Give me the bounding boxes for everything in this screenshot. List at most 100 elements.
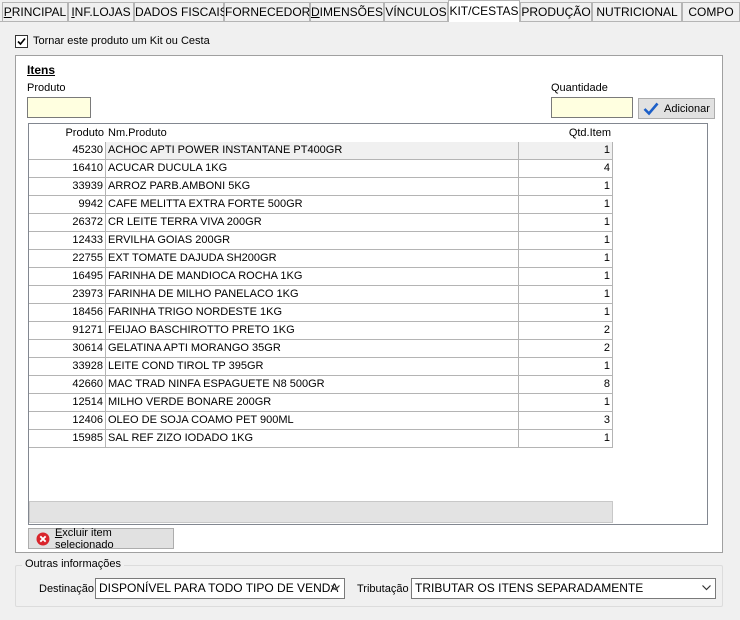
- cell-produto: 15985: [29, 430, 106, 448]
- cell-qtd-item: 4: [519, 160, 613, 178]
- items-grid[interactable]: Produto Nm.Produto Qtd.Item 45230 ACHOC A…: [28, 123, 708, 525]
- cell-nm-produto: FARINHA DE MANDIOCA ROCHA 1KG: [106, 268, 519, 286]
- cell-produto: 16495: [29, 268, 106, 286]
- cell-nm-produto: ACHOC APTI POWER INSTANTANE PT400GR: [106, 142, 519, 160]
- cell-qtd-item: 2: [519, 340, 613, 358]
- cell-qtd-item: 1: [519, 268, 613, 286]
- cell-produto: 23973: [29, 286, 106, 304]
- cell-produto: 33939: [29, 178, 106, 196]
- destinacao-label: Destinação: [39, 583, 95, 595]
- cell-qtd-item: 1: [519, 142, 613, 160]
- table-row[interactable]: 30614 GELATINA APTI MORANGO 35GR 2: [29, 340, 613, 358]
- cell-produto: 12514: [29, 394, 106, 412]
- cell-nm-produto: ARROZ PARB.AMBONI 5KG: [106, 178, 519, 196]
- outras-informacoes-title: Outras informações: [22, 558, 124, 570]
- destinacao-select[interactable]: DISPONÍVEL PARA TODO TIPO DE VENDA: [95, 578, 345, 599]
- cell-qtd-item: 1: [519, 358, 613, 376]
- cell-nm-produto: FEIJAO BASCHIROTTO PRETO 1KG: [106, 322, 519, 340]
- cell-nm-produto: ACUCAR DUCULA 1KG: [106, 160, 519, 178]
- table-row[interactable]: 15985 SAL REF ZIZO IODADO 1KG 1: [29, 430, 613, 448]
- table-row[interactable]: 45230 ACHOC APTI POWER INSTANTANE PT400GR…: [29, 142, 613, 160]
- tributacao-label: Tributação: [357, 583, 409, 595]
- cell-qtd-item: 8: [519, 376, 613, 394]
- adicionar-button-label: Adicionar: [664, 102, 710, 115]
- cell-produto: 30614: [29, 340, 106, 358]
- tab-kit-cestas[interactable]: KIT/CESTAS: [448, 0, 520, 22]
- tab-compo[interactable]: COMPO: [682, 2, 740, 22]
- cell-nm-produto: SAL REF ZIZO IODADO 1KG: [106, 430, 519, 448]
- tab-v-nculos[interactable]: VÍNCULOS: [384, 2, 448, 22]
- cell-nm-produto: MILHO VERDE BONARE 200GR: [106, 394, 519, 412]
- tab-fornecedor[interactable]: FORNECEDOR: [224, 2, 310, 22]
- tab-nutricional[interactable]: NUTRICIONAL: [592, 2, 682, 22]
- table-row[interactable]: 12406 OLEO DE SOJA COAMO PET 900ML 3: [29, 412, 613, 430]
- cell-qtd-item: 1: [519, 196, 613, 214]
- table-row[interactable]: 18456 FARINHA TRIGO NORDESTE 1KG 1: [29, 304, 613, 322]
- tributacao-value: TRIBUTAR OS ITENS SEPARADAMENTE: [415, 581, 644, 595]
- cell-produto: 33928: [29, 358, 106, 376]
- cell-nm-produto: CAFE MELITTA EXTRA FORTE 500GR: [106, 196, 519, 214]
- tributacao-select[interactable]: TRIBUTAR OS ITENS SEPARADAMENTE: [411, 578, 716, 599]
- cell-produto: 9942: [29, 196, 106, 214]
- excluir-item-button[interactable]: Excluir item selecionado: [28, 526, 174, 551]
- table-row[interactable]: 33928 LEITE COND TIROL TP 395GR 1: [29, 358, 613, 376]
- table-row[interactable]: 12514 MILHO VERDE BONARE 200GR 1: [29, 394, 613, 412]
- tab-dimens-es[interactable]: DIMENSÕES: [310, 2, 384, 22]
- delete-icon: [36, 532, 50, 545]
- items-panel: Itens Produto Quantidade Adicionar Produ…: [15, 55, 723, 553]
- adicionar-button[interactable]: Adicionar: [638, 98, 715, 119]
- cell-produto: 16410: [29, 160, 106, 178]
- produto-input[interactable]: [27, 97, 91, 118]
- grid-header: Produto Nm.Produto Qtd.Item: [29, 124, 613, 142]
- cell-nm-produto: ERVILHA GOIAS 200GR: [106, 232, 519, 250]
- chevron-down-icon: [702, 585, 711, 591]
- kit-checkbox[interactable]: [15, 34, 28, 48]
- table-row[interactable]: 42660 MAC TRAD NINFA ESPAGUETE N8 500GR 8: [29, 376, 613, 394]
- tab-inf-lojas[interactable]: INF.LOJAS: [68, 2, 134, 22]
- table-row[interactable]: 26372 CR LEITE TERRA VIVA 200GR 1: [29, 214, 613, 232]
- cell-nm-produto: CR LEITE TERRA VIVA 200GR: [106, 214, 519, 232]
- cell-qtd-item: 1: [519, 286, 613, 304]
- chevron-down-icon: [331, 585, 340, 591]
- table-row[interactable]: 91271 FEIJAO BASCHIROTTO PRETO 1KG 2: [29, 322, 613, 340]
- cell-nm-produto: FARINHA TRIGO NORDESTE 1KG: [106, 304, 519, 322]
- items-title: Itens: [27, 63, 56, 77]
- quantidade-input[interactable]: [551, 97, 633, 118]
- table-row[interactable]: 12433 ERVILHA GOIAS 200GR 1: [29, 232, 613, 250]
- cell-produto: 18456: [29, 304, 106, 322]
- cell-qtd-item: 3: [519, 412, 613, 430]
- kit-checkbox-row[interactable]: Tornar este produto um Kit ou Cesta: [15, 34, 210, 48]
- tab-produ-o[interactable]: PRODUÇÃO: [520, 2, 592, 22]
- cell-qtd-item: 1: [519, 214, 613, 232]
- excluir-item-label: Excluir item selecionado: [54, 526, 114, 551]
- quantidade-label: Quantidade: [551, 82, 608, 94]
- cell-nm-produto: FARINHA DE MILHO PANELACO 1KG: [106, 286, 519, 304]
- column-header-qtd-item[interactable]: Qtd.Item: [519, 124, 613, 142]
- tab-principal[interactable]: PRINCIPAL: [2, 2, 68, 22]
- cell-produto: 91271: [29, 322, 106, 340]
- cell-qtd-item: 1: [519, 232, 613, 250]
- produto-label: Produto: [27, 82, 66, 94]
- tab-bar: PRINCIPAL INF.LOJAS DADOS FISCAIS FORNECEDO…: [2, 0, 740, 22]
- kit-checkbox-label: Tornar este produto um Kit ou Cesta: [33, 35, 210, 47]
- cell-produto: 12433: [29, 232, 106, 250]
- cell-nm-produto: MAC TRAD NINFA ESPAGUETE N8 500GR: [106, 376, 519, 394]
- table-row[interactable]: 16410 ACUCAR DUCULA 1KG 4: [29, 160, 613, 178]
- table-row[interactable]: 23973 FARINHA DE MILHO PANELACO 1KG 1: [29, 286, 613, 304]
- cell-qtd-item: 1: [519, 394, 613, 412]
- table-row[interactable]: 22755 EXT TOMATE DAJUDA SH200GR 1: [29, 250, 613, 268]
- cell-produto: 42660: [29, 376, 106, 394]
- cell-produto: 45230: [29, 142, 106, 160]
- cell-qtd-item: 2: [519, 322, 613, 340]
- table-row[interactable]: 33939 ARROZ PARB.AMBONI 5KG 1: [29, 178, 613, 196]
- checkmark-icon: [17, 37, 26, 45]
- table-row[interactable]: 9942 CAFE MELITTA EXTRA FORTE 500GR 1: [29, 196, 613, 214]
- column-header-produto[interactable]: Produto: [29, 124, 106, 142]
- cell-produto: 26372: [29, 214, 106, 232]
- column-header-nm-produto[interactable]: Nm.Produto: [108, 124, 167, 142]
- cell-qtd-item: 1: [519, 304, 613, 322]
- cell-nm-produto: OLEO DE SOJA COAMO PET 900ML: [106, 412, 519, 430]
- cell-nm-produto: GELATINA APTI MORANGO 35GR: [106, 340, 519, 358]
- tab-dados-fiscais[interactable]: DADOS FISCAIS: [134, 2, 228, 22]
- table-row[interactable]: 16495 FARINHA DE MANDIOCA ROCHA 1KG 1: [29, 268, 613, 286]
